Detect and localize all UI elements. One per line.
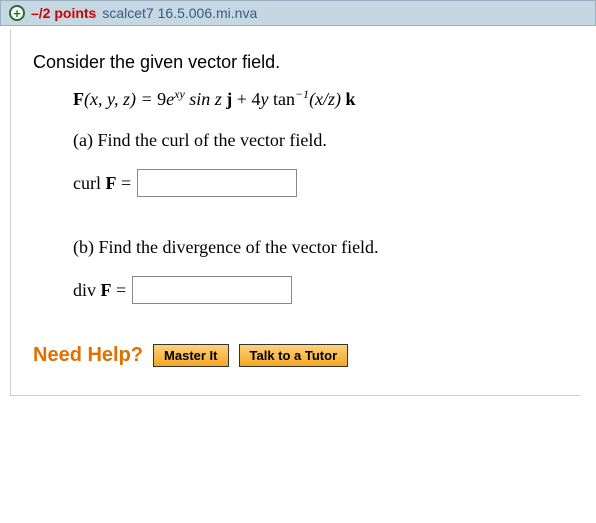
term2-tan: tan <box>268 89 295 109</box>
need-help-label: Need Help? <box>33 344 143 367</box>
help-row: Need Help? Master It Talk to a Tutor <box>33 344 558 367</box>
curl-label: curl F = <box>73 173 131 194</box>
div-input[interactable] <box>132 276 292 304</box>
term2-vec: k <box>346 89 356 109</box>
formula-args: (x, y, z) = <box>84 89 157 109</box>
points-display: –/2 points <box>31 5 96 21</box>
part-a-text: (a) Find the curl of the vector field. <box>73 130 558 151</box>
term2-arg: (x/z) <box>309 89 345 109</box>
formula-fn: F <box>73 89 84 109</box>
master-it-button[interactable]: Master It <box>153 344 228 367</box>
expand-icon[interactable]: + <box>9 5 25 21</box>
question-prompt: Consider the given vector field. <box>33 52 558 73</box>
term2-sup: −1 <box>295 87 309 101</box>
term1-e: e <box>166 89 174 109</box>
vector-field-formula: F(x, y, z) = 9exy sin z j + 4y tan−1(x/z… <box>73 87 558 110</box>
plus: + <box>232 89 251 109</box>
term1-rest: sin z <box>185 89 227 109</box>
part-b-text: (b) Find the divergence of the vector fi… <box>73 237 558 258</box>
question-body: Consider the given vector field. F(x, y,… <box>10 30 580 396</box>
div-label: div F = <box>73 280 126 301</box>
curl-input[interactable] <box>137 169 297 197</box>
question-header: + –/2 points scalcet7 16.5.006.mi.nva <box>0 0 596 26</box>
term1-coef: 9 <box>157 89 166 109</box>
question-id: scalcet7 16.5.006.mi.nva <box>102 5 257 21</box>
talk-to-tutor-button[interactable]: Talk to a Tutor <box>239 344 349 367</box>
part-b-answer-row: div F = <box>73 276 558 304</box>
part-a-answer-row: curl F = <box>73 169 558 197</box>
term1-exp: xy <box>174 87 185 101</box>
